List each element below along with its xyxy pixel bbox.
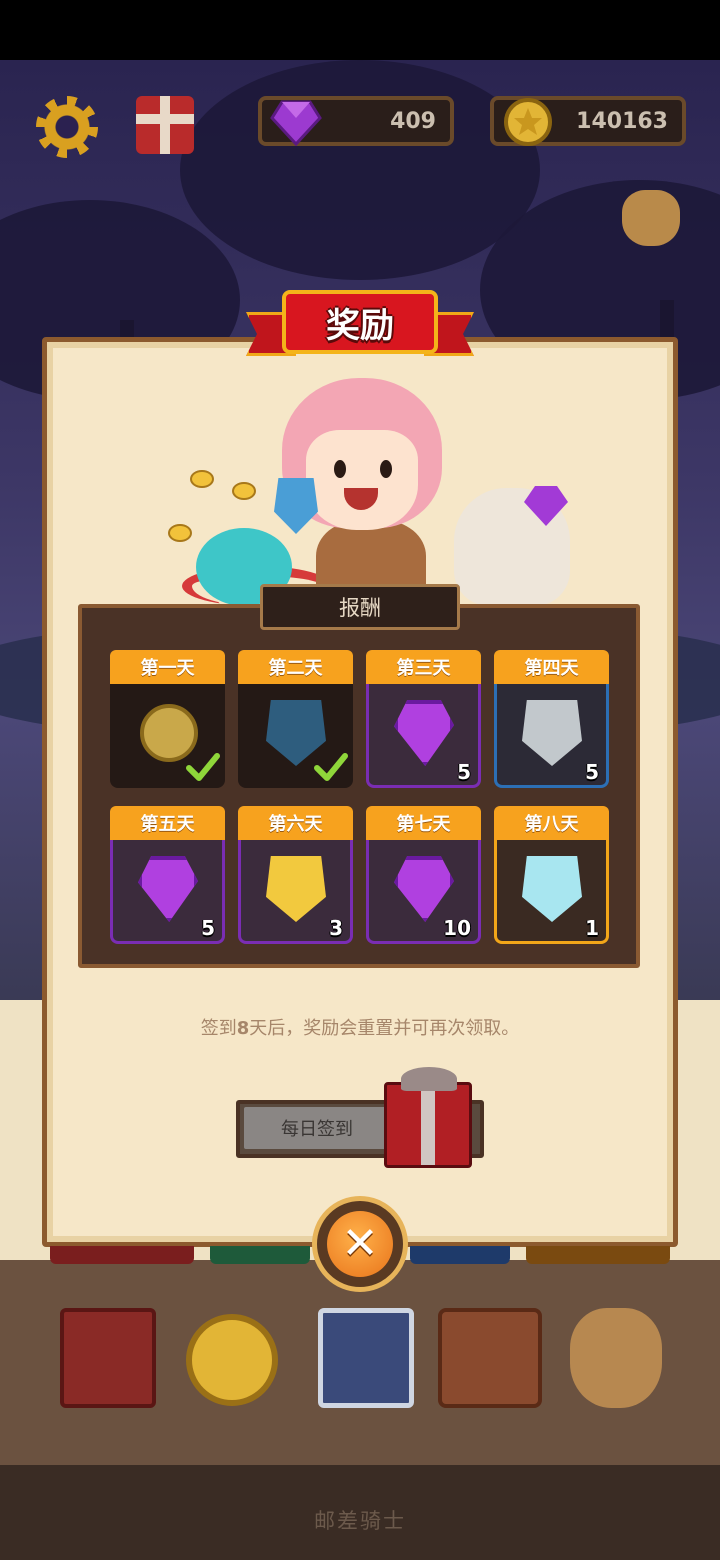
hero-eye-left xyxy=(334,460,346,478)
reward-quantity: 5 xyxy=(585,760,599,784)
day-label: 第五天 xyxy=(110,806,225,840)
hidden-tab-strip xyxy=(50,1246,194,1264)
dialog-title: 奖励 xyxy=(282,290,438,354)
flying-coin-icon xyxy=(190,470,214,488)
daily-checkin-label[interactable]: 每日签到 xyxy=(244,1107,390,1149)
reward-card-day-3[interactable]: 第三天 5 xyxy=(366,650,481,788)
loot-bag-icon[interactable] xyxy=(622,190,680,246)
flying-coin-icon xyxy=(168,524,192,542)
reward-quantity: 5 xyxy=(201,916,215,940)
dialog-title-banner: 奖励 xyxy=(246,290,474,370)
reward-card-day-6[interactable]: 第六天 3 xyxy=(238,806,353,944)
nav-coin-icon[interactable] xyxy=(186,1314,278,1406)
hidden-tab-strip xyxy=(410,1246,510,1264)
info-suffix: 天后，奖励会重置并可再次领取。 xyxy=(249,1018,520,1039)
day-label: 第八天 xyxy=(494,806,609,840)
coin-count: 140163 xyxy=(576,108,668,134)
info-day-count: 8 xyxy=(236,1018,250,1039)
day-label: 第四天 xyxy=(494,650,609,684)
gem-counter[interactable]: 409 xyxy=(258,96,454,147)
nav-book-icon[interactable] xyxy=(60,1308,156,1408)
reward-quantity: 10 xyxy=(443,916,471,940)
flying-coin-icon xyxy=(232,482,256,500)
hero-eye-right xyxy=(380,460,392,478)
reward-card-day-1[interactable]: 第一天 xyxy=(110,650,225,788)
reward-quantity: 1 xyxy=(585,916,599,940)
nav-loot-sack-icon[interactable] xyxy=(570,1308,662,1408)
check-icon xyxy=(186,753,220,781)
nav-card-icon[interactable] xyxy=(318,1308,414,1408)
hidden-tab-strip xyxy=(210,1246,310,1264)
game-title: 邮差骑士 xyxy=(314,1509,406,1533)
rewards-board-title: 报酬 xyxy=(260,584,460,630)
coin-counter[interactable]: 140163 xyxy=(490,96,686,146)
day-label: 第七天 xyxy=(366,806,481,840)
gift-icon[interactable] xyxy=(136,96,194,154)
settings-gear-icon[interactable] xyxy=(36,96,98,158)
day-label: 第一天 xyxy=(110,650,225,684)
reward-card-day-4[interactable]: 第四天 5 xyxy=(494,650,609,788)
status-bar xyxy=(0,0,720,60)
day-label: 第二天 xyxy=(238,650,353,684)
close-button[interactable]: ✕ xyxy=(312,1196,408,1292)
gift-box-icon xyxy=(384,1067,472,1168)
coin-icon xyxy=(504,98,552,146)
gem-count: 409 xyxy=(390,108,436,134)
reward-card-day-8[interactable]: 第八天 1 xyxy=(494,806,609,944)
gem-icon xyxy=(270,100,322,147)
day-label: 第三天 xyxy=(366,650,481,684)
check-icon xyxy=(314,753,348,781)
reset-info-text: 签到8天后，奖励会重置并可再次领取。 xyxy=(42,1014,678,1040)
reward-quantity: 3 xyxy=(329,916,343,940)
day-label: 第六天 xyxy=(238,806,353,840)
reward-card-day-5[interactable]: 第五天 5 xyxy=(110,806,225,944)
close-icon: ✕ xyxy=(327,1211,393,1277)
reward-card-day-7[interactable]: 第七天 10 xyxy=(366,806,481,944)
hero-face-illustration xyxy=(306,430,418,530)
hidden-tab-strip xyxy=(526,1246,670,1264)
info-prefix: 签到 xyxy=(200,1018,237,1039)
reward-quantity: 5 xyxy=(457,760,471,784)
nav-backpack-icon[interactable] xyxy=(438,1308,542,1408)
reward-card-day-2[interactable]: 第二天 xyxy=(238,650,353,788)
